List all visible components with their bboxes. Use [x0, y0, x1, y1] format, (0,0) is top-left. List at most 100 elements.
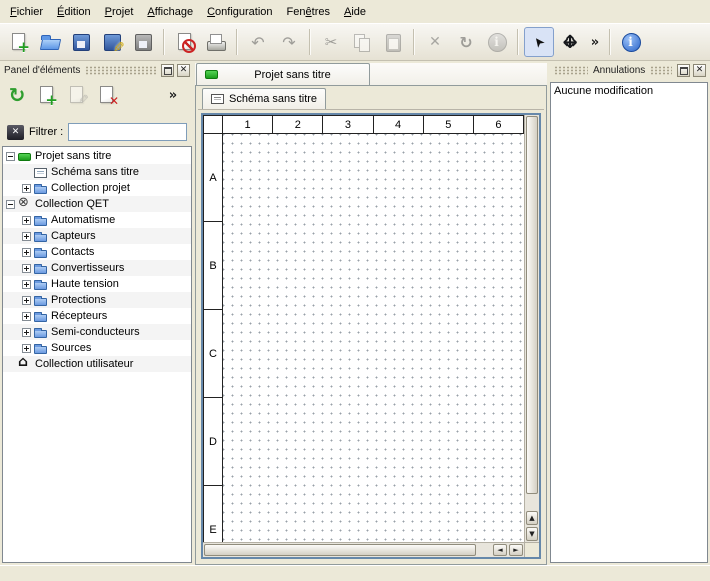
select-tool-button[interactable]: [524, 27, 554, 57]
tree-expander[interactable]: [22, 328, 31, 337]
menu-fichier[interactable]: Fichier: [3, 3, 50, 21]
dock-grip[interactable]: [85, 66, 156, 75]
tree-expander[interactable]: [22, 312, 31, 321]
delete-element-button[interactable]: [94, 82, 120, 108]
elements-panel-titlebar[interactable]: Panel d'éléments: [2, 63, 192, 78]
print-button[interactable]: [201, 27, 231, 57]
close-panel-button[interactable]: [693, 64, 706, 77]
about-button[interactable]: [616, 27, 646, 57]
column-header-row: 123456: [203, 115, 524, 134]
menu-affichage[interactable]: Affichage: [140, 3, 200, 21]
menu-aide[interactable]: Aide: [337, 3, 373, 21]
tree-expander[interactable]: [22, 296, 31, 305]
tree-item-recepteurs[interactable]: Récepteurs: [3, 308, 191, 324]
new-document-button[interactable]: [4, 27, 34, 57]
folder-icon: [34, 282, 47, 290]
tree-item-capteurs[interactable]: Capteurs: [3, 228, 191, 244]
horizontal-scrollbar[interactable]: [203, 542, 524, 557]
undo-button[interactable]: [243, 27, 273, 57]
rotate-button[interactable]: [451, 27, 481, 57]
tree-item-collection-utilisateur[interactable]: Collection utilisateur: [3, 356, 191, 372]
open-document-button[interactable]: [35, 27, 65, 57]
reload-collections-button[interactable]: [4, 82, 30, 108]
panel-extension-button[interactable]: [160, 82, 186, 108]
edit-element-button[interactable]: [64, 82, 90, 108]
close-file-button[interactable]: [170, 27, 200, 57]
column-header: 6: [474, 115, 524, 134]
tree-item-collection-qet[interactable]: Collection QET: [3, 196, 191, 212]
filter-input[interactable]: [68, 123, 187, 141]
column-header: 1: [223, 115, 273, 134]
float-panel-button[interactable]: [677, 64, 690, 77]
tree-item-automatisme[interactable]: Automatisme: [3, 212, 191, 228]
close-panel-button[interactable]: [177, 64, 190, 77]
undo-list-item[interactable]: Aucune modification: [552, 84, 706, 98]
tree-expander[interactable]: [22, 280, 31, 289]
vertical-scrollbar[interactable]: [524, 115, 539, 557]
tree-expander[interactable]: [6, 152, 15, 161]
undo-panel-titlebar[interactable]: Annulations: [550, 63, 708, 78]
save-all-button[interactable]: [128, 27, 158, 57]
float-panel-button[interactable]: [161, 64, 174, 77]
tree-indent: [6, 228, 22, 244]
tree-item-schema-sans-titre[interactable]: Schéma sans titre: [3, 164, 191, 180]
move-tool-button[interactable]: [555, 27, 585, 57]
vscroll-thumb[interactable]: [526, 116, 538, 494]
tree-item-collection-projet[interactable]: Collection projet: [3, 180, 191, 196]
tree-expander[interactable]: [6, 200, 15, 209]
copy-button[interactable]: [347, 27, 377, 57]
schematic-view[interactable]: 123456 ABCDE: [201, 113, 541, 559]
tree-item-label: Protections: [51, 294, 106, 306]
folder-icon: [34, 186, 47, 194]
scroll-right-button[interactable]: [509, 544, 523, 556]
tree-item-protections[interactable]: Protections: [3, 292, 191, 308]
tab-projet-sans-titre[interactable]: Projet sans titre: [196, 63, 370, 85]
tree-expander[interactable]: [22, 344, 31, 353]
menu-configuration[interactable]: Configuration: [200, 3, 279, 21]
scroll-left-button[interactable]: [493, 544, 507, 556]
tree-item-sources[interactable]: Sources: [3, 340, 191, 356]
schematic-canvas[interactable]: [223, 134, 524, 542]
save-button[interactable]: [66, 27, 96, 57]
dock-grip[interactable]: [554, 66, 588, 75]
save-as-button[interactable]: [97, 27, 127, 57]
row-header: D: [203, 398, 223, 486]
paste-button[interactable]: [378, 27, 408, 57]
tree-expander[interactable]: [22, 232, 31, 241]
column-header: 5: [424, 115, 474, 134]
toolbar-separator: [309, 29, 311, 55]
tree-expander[interactable]: [22, 216, 31, 225]
menu-fenetres[interactable]: Fenêtres: [280, 3, 337, 21]
tab-schema-sans-titre[interactable]: Schéma sans titre: [202, 88, 326, 109]
menu-projet[interactable]: Projet: [98, 3, 141, 21]
menu-edition[interactable]: Édition: [50, 3, 98, 21]
filter-label: Filtrer :: [29, 126, 63, 138]
scroll-up-button[interactable]: [526, 511, 538, 525]
tree-item-projet-sans-titre[interactable]: Projet sans titre: [3, 148, 191, 164]
hscroll-track[interactable]: [476, 543, 492, 557]
dock-grip[interactable]: [650, 66, 672, 75]
scroll-down-button[interactable]: [526, 527, 538, 541]
vscroll-track[interactable]: [525, 494, 539, 510]
tree-item-convertisseurs[interactable]: Convertisseurs: [3, 260, 191, 276]
redo-button[interactable]: [274, 27, 304, 57]
tree-item-label: Contacts: [51, 246, 94, 258]
tree-item-haute-tension[interactable]: Haute tension: [3, 276, 191, 292]
tree-indent: [6, 308, 22, 324]
toolbar-extension-button[interactable]: [586, 27, 604, 57]
element-info-button[interactable]: [482, 27, 512, 57]
tree-indent: [6, 292, 22, 308]
clear-filter-icon[interactable]: [7, 125, 24, 140]
tree-expander[interactable]: [22, 184, 31, 193]
close-file-icon: [174, 31, 196, 53]
tree-expander[interactable]: [22, 248, 31, 257]
tree-item-semi-conducteurs[interactable]: Semi-conducteurs: [3, 324, 191, 340]
tree-expander[interactable]: [22, 264, 31, 273]
move-tool-icon: [559, 31, 581, 53]
toolbar-separator: [163, 29, 165, 55]
new-element-button[interactable]: [34, 82, 60, 108]
cut-button[interactable]: [316, 27, 346, 57]
hscroll-thumb[interactable]: [204, 544, 476, 556]
tree-item-contacts[interactable]: Contacts: [3, 244, 191, 260]
delete-button[interactable]: [420, 27, 450, 57]
